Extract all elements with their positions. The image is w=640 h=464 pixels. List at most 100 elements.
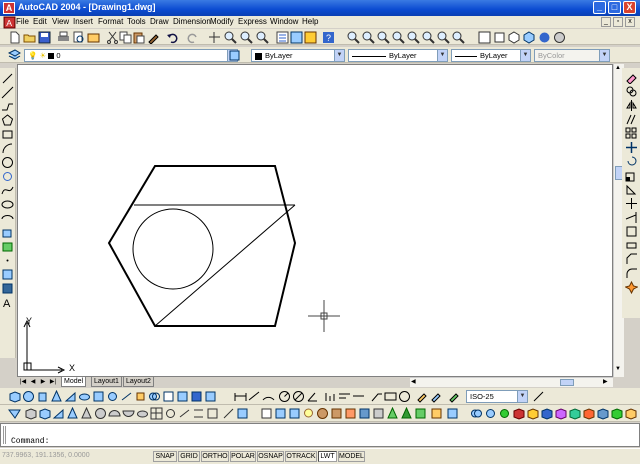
toggle-model[interactable]: MODEL bbox=[338, 451, 365, 462]
publish-icon[interactable] bbox=[87, 31, 100, 44]
extrude-faces-icon[interactable] bbox=[512, 407, 525, 420]
design-center-icon[interactable] bbox=[290, 31, 303, 44]
tool-palettes-icon[interactable] bbox=[304, 31, 317, 44]
save-icon[interactable] bbox=[38, 31, 51, 44]
linetype-control[interactable]: ByLayer ▼ bbox=[348, 49, 448, 62]
toggle-lwt[interactable]: LWT bbox=[318, 451, 337, 462]
move-icon[interactable] bbox=[625, 141, 638, 154]
chevron-down-icon[interactable]: ▼ bbox=[334, 50, 344, 61]
surface-sphere-icon[interactable] bbox=[94, 407, 107, 420]
make-object-layer-current-icon[interactable] bbox=[228, 49, 241, 62]
color-faces-icon[interactable] bbox=[610, 407, 623, 420]
properties-icon[interactable] bbox=[276, 31, 289, 44]
menu-file[interactable]: File bbox=[16, 17, 29, 26]
fillet-icon[interactable] bbox=[625, 267, 638, 280]
toggle-polar[interactable]: POLAR bbox=[230, 451, 256, 462]
menu-help[interactable]: Help bbox=[302, 17, 318, 26]
horizontal-scroll-thumb[interactable] bbox=[560, 379, 574, 386]
revolve-icon[interactable] bbox=[106, 390, 119, 403]
trim-icon[interactable] bbox=[625, 197, 638, 210]
landscape-new-icon[interactable] bbox=[386, 407, 399, 420]
fog-icon[interactable] bbox=[372, 407, 385, 420]
box-icon[interactable] bbox=[8, 390, 21, 403]
extend-icon[interactable] bbox=[625, 211, 638, 224]
layer-dropdown[interactable]: 💡 ☀ 0 ▼ bbox=[24, 49, 238, 62]
autocad-app-icon[interactable]: A bbox=[3, 2, 15, 14]
mirror-icon[interactable] bbox=[625, 99, 638, 112]
arc-length-icon[interactable] bbox=[262, 390, 275, 403]
revision-cloud-icon[interactable] bbox=[1, 170, 14, 183]
wedge-icon[interactable] bbox=[64, 390, 77, 403]
line-icon[interactable] bbox=[1, 72, 14, 85]
insert-block-icon[interactable] bbox=[1, 226, 14, 239]
menu-window[interactable]: Window bbox=[270, 17, 298, 26]
angular-dimension-icon[interactable] bbox=[306, 390, 319, 403]
pan-realtime-icon[interactable] bbox=[208, 31, 221, 44]
menu-format[interactable]: Format bbox=[98, 17, 123, 26]
dimension-style-icon[interactable] bbox=[532, 390, 545, 403]
plot-preview-icon[interactable] bbox=[72, 31, 85, 44]
menu-insert[interactable]: Insert bbox=[73, 17, 93, 26]
setup-drawing-icon[interactable] bbox=[162, 390, 175, 403]
rotate-icon[interactable] bbox=[625, 155, 638, 168]
rectangle-icon[interactable] bbox=[1, 128, 14, 141]
dish-icon[interactable] bbox=[122, 407, 135, 420]
drawing-canvas[interactable]: Y X bbox=[17, 64, 613, 377]
leader-icon[interactable] bbox=[370, 390, 383, 403]
prev-tab-icon[interactable]: ◀ bbox=[29, 378, 37, 386]
slice-icon[interactable] bbox=[120, 390, 133, 403]
menu-view[interactable]: View bbox=[52, 17, 69, 26]
zoom-previous-icon[interactable] bbox=[256, 31, 269, 44]
pyramid-icon[interactable] bbox=[66, 407, 79, 420]
linear-dimension-icon[interactable] bbox=[234, 390, 247, 403]
continue-dimension-icon[interactable] bbox=[352, 390, 365, 403]
tabulated-surface-icon[interactable] bbox=[178, 407, 191, 420]
plot-icon[interactable] bbox=[57, 31, 70, 44]
shell-icon[interactable] bbox=[624, 407, 637, 420]
tab-model[interactable]: Model bbox=[61, 377, 87, 387]
landscape-edit-icon[interactable] bbox=[400, 407, 413, 420]
scroll-down-icon[interactable]: ▼ bbox=[615, 366, 621, 372]
render-icon[interactable] bbox=[204, 390, 217, 403]
toggle-otrack[interactable]: OTRACK bbox=[285, 451, 317, 462]
minimize-button[interactable]: _ bbox=[593, 1, 606, 14]
ellipse-arc-icon[interactable] bbox=[1, 212, 14, 225]
menu-modify[interactable]: Modify bbox=[210, 17, 234, 26]
spline-icon[interactable] bbox=[1, 184, 14, 197]
new-icon[interactable] bbox=[8, 31, 21, 44]
materials-icon[interactable] bbox=[316, 407, 329, 420]
paste-icon[interactable] bbox=[132, 31, 145, 44]
dimension-edit-icon[interactable] bbox=[416, 390, 429, 403]
surface-cone-icon[interactable] bbox=[80, 407, 93, 420]
zoom-realtime-icon[interactable] bbox=[224, 31, 237, 44]
circle-icon[interactable] bbox=[1, 156, 14, 169]
diameter-dimension-icon[interactable] bbox=[292, 390, 305, 403]
menu-dimension[interactable]: Dimension bbox=[173, 17, 211, 26]
construction-line-icon[interactable] bbox=[1, 86, 14, 99]
zoom-all-icon[interactable] bbox=[377, 31, 390, 44]
render-preferences-icon[interactable] bbox=[430, 407, 443, 420]
doc-minimize-button[interactable]: _ bbox=[601, 17, 611, 27]
torus-icon[interactable] bbox=[78, 390, 91, 403]
lineweight-control[interactable]: ByLayer ▼ bbox=[451, 49, 531, 62]
command-line[interactable]: Command: bbox=[0, 423, 640, 447]
edge-icon[interactable] bbox=[222, 407, 235, 420]
chamfer-icon[interactable] bbox=[625, 253, 638, 266]
polygon-icon[interactable] bbox=[1, 114, 14, 127]
shade-icon[interactable] bbox=[523, 31, 536, 44]
delete-faces-icon[interactable] bbox=[554, 407, 567, 420]
mapping-icon[interactable] bbox=[344, 407, 357, 420]
setup-view-icon[interactable] bbox=[176, 390, 189, 403]
2d-solid-icon[interactable] bbox=[8, 407, 21, 420]
toggle-ortho[interactable]: ORTHO bbox=[201, 451, 229, 462]
extrude-icon[interactable] bbox=[92, 390, 105, 403]
make-block-icon[interactable] bbox=[1, 240, 14, 253]
horizontal-scrollbar[interactable]: ◀ ▶ bbox=[410, 377, 613, 387]
mesh-edit-icon[interactable] bbox=[236, 407, 249, 420]
move-faces-icon[interactable] bbox=[526, 407, 539, 420]
doc-close-button[interactable]: x bbox=[625, 17, 635, 27]
zoom-dynamic-icon[interactable] bbox=[452, 31, 465, 44]
erase-icon[interactable] bbox=[625, 71, 638, 84]
scale-icon[interactable] bbox=[625, 169, 638, 182]
break-icon[interactable] bbox=[625, 225, 638, 238]
